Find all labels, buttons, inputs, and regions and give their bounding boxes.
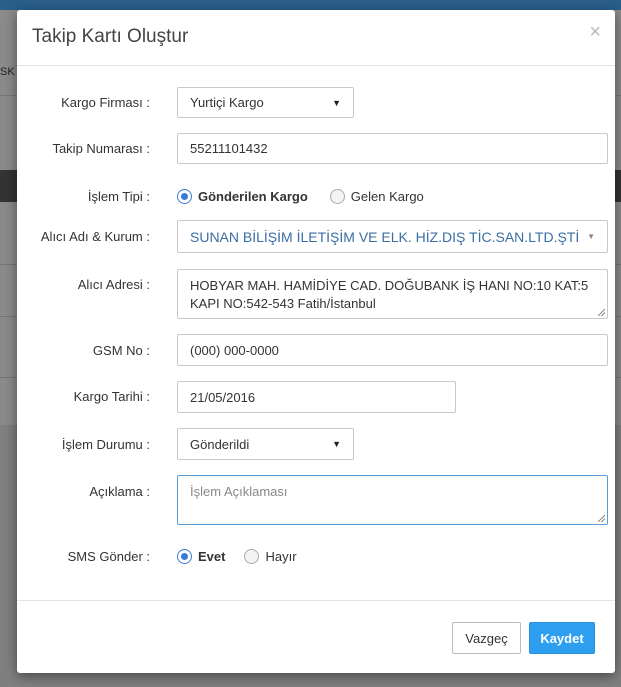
chevron-down-icon: ▼ bbox=[587, 232, 595, 241]
form-row-operation-type: İşlem Tipi : Gönderilen Kargo Gelen Karg… bbox=[17, 187, 615, 207]
recipient-select[interactable]: SUNAN BİLİŞİM İLETİŞİM VE ELK. HİZ.DIŞ T… bbox=[177, 220, 608, 253]
operation-type-received-label[interactable]: Gelen Kargo bbox=[351, 189, 424, 204]
cargo-company-select[interactable]: Yurtiçi Kargo ▼ bbox=[177, 87, 354, 118]
form-row-sms: SMS Gönder : Evet Hayır bbox=[17, 548, 615, 568]
cargo-date-label: Kargo Tarihi : bbox=[73, 389, 150, 404]
gsm-value: (000) 000-0000 bbox=[190, 342, 279, 358]
operation-type-sent-radio[interactable] bbox=[177, 189, 192, 204]
form-row-cargo-company: Kargo Firması : Yurtiçi Kargo ▼ bbox=[17, 87, 615, 118]
tracking-number-input[interactable]: 55211101432 bbox=[177, 133, 608, 164]
create-tracking-card-modal: Takip Kartı Oluştur × Kargo Firması : Yu… bbox=[17, 10, 615, 673]
tracking-number-label: Takip Numarası : bbox=[52, 141, 150, 156]
recipient-value: SUNAN BİLİŞİM İLETİŞİM VE ELK. HİZ.DIŞ T… bbox=[190, 228, 580, 245]
form-row-tracking-number: Takip Numarası : 55211101432 bbox=[17, 133, 615, 164]
tracking-number-value: 55211101432 bbox=[190, 141, 268, 156]
operation-type-radio-group: Gönderilen Kargo Gelen Kargo bbox=[177, 189, 424, 204]
sms-no-label[interactable]: Hayır bbox=[265, 549, 296, 564]
recipient-address-line2: KAPI NO:542-543 Fatih/İstanbul bbox=[190, 296, 376, 311]
description-textarea[interactable]: İşlem Açıklaması bbox=[177, 475, 608, 525]
cargo-company-value: Yurtiçi Kargo bbox=[190, 95, 264, 110]
sms-no-radio[interactable] bbox=[244, 549, 260, 564]
chevron-down-icon: ▼ bbox=[332, 439, 341, 449]
modal-title: Takip Kartı Oluştur bbox=[32, 26, 189, 47]
status-value: Gönderildi bbox=[190, 436, 250, 452]
sms-yes-label[interactable]: Evet bbox=[198, 549, 225, 564]
chevron-down-icon: ▼ bbox=[332, 97, 341, 108]
recipient-address-textarea[interactable]: HOBYAR MAH. HAMİDİYE CAD. DOĞUBANK İŞ HA… bbox=[177, 269, 608, 319]
form-row-recipient-address: Alıcı Adresi : HOBYAR MAH. HAMİDİYE CAD.… bbox=[17, 269, 615, 319]
recipient-address-line1: HOBYAR MAH. HAMİDİYE CAD. DOĞUBANK İŞ HA… bbox=[190, 278, 589, 293]
modal-header: Takip Kartı Oluştur × bbox=[17, 10, 615, 66]
description-placeholder: İşlem Açıklaması bbox=[190, 484, 288, 499]
form-row-gsm: GSM No : (000) 000-0000 bbox=[17, 334, 615, 366]
form-row-cargo-date: Kargo Tarihi : 21/05/2016 bbox=[17, 381, 615, 413]
sms-radio-group: Evet Hayır bbox=[177, 549, 297, 564]
resize-handle-icon[interactable] bbox=[598, 515, 605, 522]
cargo-company-label: Kargo Firması : bbox=[61, 95, 150, 110]
description-label: Açıklama : bbox=[89, 484, 150, 499]
sms-label: SMS Gönder : bbox=[67, 549, 150, 564]
resize-handle-icon[interactable] bbox=[598, 309, 605, 316]
background-fragment-text: SK bbox=[0, 66, 15, 78]
gsm-input[interactable]: (000) 000-0000 bbox=[177, 334, 608, 366]
recipient-label: Alıcı Adı & Kurum : bbox=[40, 229, 150, 244]
form-row-recipient: Alıcı Adı & Kurum : SUNAN BİLİŞİM İLETİŞ… bbox=[17, 220, 615, 253]
form-row-status: İşlem Durumu : Gönderildi ▼ bbox=[17, 428, 615, 460]
modal-footer: Vazgeç Kaydet bbox=[17, 600, 615, 673]
operation-type-sent-label[interactable]: Gönderilen Kargo bbox=[198, 189, 308, 204]
close-icon[interactable]: × bbox=[589, 22, 601, 42]
operation-type-received-radio[interactable] bbox=[329, 189, 345, 204]
form-row-description: Açıklama : İşlem Açıklaması bbox=[17, 475, 615, 525]
cargo-date-input[interactable]: 21/05/2016 bbox=[177, 381, 456, 413]
cancel-button[interactable]: Vazgeç bbox=[452, 622, 521, 654]
status-select[interactable]: Gönderildi ▼ bbox=[177, 428, 354, 460]
operation-type-label: İşlem Tipi : bbox=[87, 189, 150, 204]
sms-yes-radio[interactable] bbox=[177, 549, 192, 564]
recipient-address-label: Alıcı Adresi : bbox=[77, 277, 150, 292]
status-label: İşlem Durumu : bbox=[61, 437, 150, 452]
background-topbar bbox=[0, 0, 621, 10]
cargo-date-value: 21/05/2016 bbox=[190, 389, 256, 405]
gsm-label: GSM No : bbox=[92, 343, 150, 358]
save-button[interactable]: Kaydet bbox=[529, 622, 595, 654]
